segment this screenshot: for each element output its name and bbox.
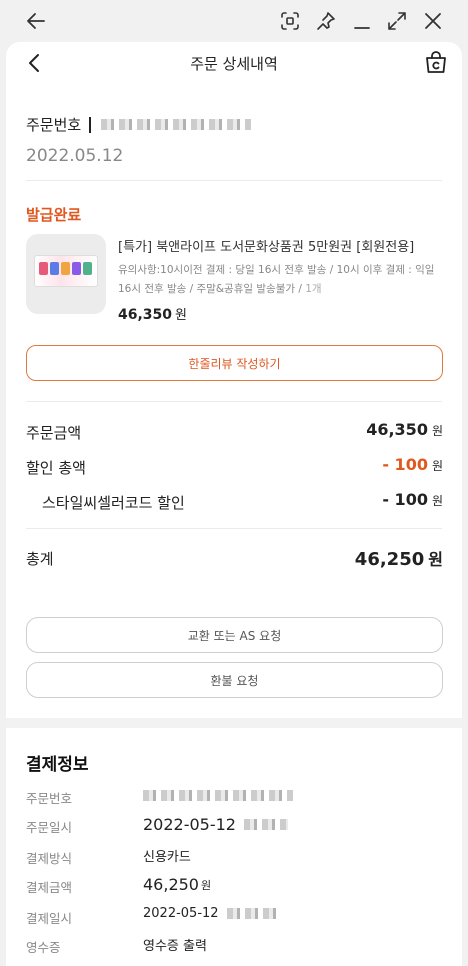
discount-total-number: - 100 <box>382 455 428 474</box>
redacted-order-number <box>143 790 293 801</box>
minimize-icon[interactable] <box>350 9 374 33</box>
gift-card-image <box>34 255 98 287</box>
refund-request-button[interactable]: 환불 요청 <box>26 662 443 698</box>
app-window: 주문 상세내역 주문번호 2022.05.12 발급완료 [특가] 북앤라이프 … <box>0 0 468 966</box>
payment-paid-date-value: 2022-05-12 <box>143 906 277 921</box>
product-name[interactable]: [특가] 북앤라이프 도서문화상품권 5만원권 [회원전용] <box>118 236 448 255</box>
payment-order-date-text: 2022-05-12 <box>143 815 236 834</box>
shopping-bag-icon[interactable] <box>422 49 450 77</box>
payment-paid-date-row: 결제일시 2022-05-12 <box>26 906 446 926</box>
divider <box>26 401 442 402</box>
style-code-discount-value: - 100 원 <box>382 490 443 509</box>
style-code-discount-label: 스타일씨셀러코드 할인 <box>42 494 185 512</box>
product-price-value: 46,350 <box>118 307 173 323</box>
currency-label: 원 <box>431 424 443 438</box>
expand-icon[interactable] <box>385 9 409 33</box>
product-price: 46,350 원 <box>118 304 187 323</box>
page-title: 주문 상세내역 <box>190 55 278 73</box>
status-badge: 발급완료 <box>26 206 82 224</box>
payment-order-number-label: 주문번호 <box>26 791 73 806</box>
payment-order-number-row: 주문번호 <box>26 786 446 806</box>
order-number-row: 주문번호 <box>26 114 252 135</box>
write-review-button[interactable]: 한줄리뷰 작성하기 <box>26 345 443 381</box>
redacted-time <box>243 819 288 830</box>
payment-amount-number: 46,250 <box>143 875 199 894</box>
payment-order-date-label: 주문일시 <box>26 820 73 835</box>
screenshot-icon[interactable] <box>278 9 302 33</box>
receipt-print-link[interactable]: 영수증 출력 <box>143 935 207 954</box>
payment-amount-currency: 원 <box>200 878 212 892</box>
total-label: 총계 <box>26 550 54 568</box>
section-gap <box>6 718 462 728</box>
payment-order-date-value: 2022-05-12 <box>143 815 288 834</box>
style-code-discount-number: - 100 <box>382 490 428 509</box>
order-date: 2022.05.12 <box>26 146 124 166</box>
order-amount-value: 46,350 원 <box>366 420 443 439</box>
divider <box>26 528 442 529</box>
payment-order-number-value <box>143 786 293 801</box>
receipt-label: 영수증 <box>26 940 61 955</box>
close-icon[interactable] <box>421 9 445 33</box>
payment-paid-date-label: 결제일시 <box>26 911 73 926</box>
payment-amount-label: 결제금액 <box>26 880 73 895</box>
order-number-label: 주문번호 <box>26 116 82 134</box>
page-header: 주문 상세내역 <box>6 42 462 86</box>
payment-method-row: 결제방식 신용카드 <box>26 846 446 866</box>
currency-label: 원 <box>428 550 443 569</box>
payment-method-label: 결제방식 <box>26 851 73 866</box>
arrow-left-icon[interactable] <box>24 9 48 33</box>
order-detail-panel: 주문 상세내역 주문번호 2022.05.12 발급완료 [특가] 북앤라이프 … <box>6 42 462 966</box>
exchange-as-request-button[interactable]: 교환 또는 AS 요청 <box>26 617 443 653</box>
payment-paid-date-text: 2022-05-12 <box>143 906 219 921</box>
payment-order-date-row: 주문일시 2022-05-12 <box>26 815 446 835</box>
order-amount-label: 주문금액 <box>26 424 82 442</box>
receipt-row: 영수증 영수증 출력 <box>26 935 446 955</box>
window-toolbar <box>0 0 468 42</box>
redacted-time <box>226 908 277 919</box>
product-quantity: 1개 <box>305 283 322 295</box>
divider-bar <box>89 116 92 133</box>
product-price-currency: 원 <box>175 308 187 323</box>
discount-total-value: - 100 원 <box>382 455 443 474</box>
order-amount-number: 46,350 <box>366 420 428 439</box>
divider <box>26 180 442 181</box>
payment-method-value: 신용카드 <box>143 850 191 865</box>
currency-label: 원 <box>431 459 443 473</box>
product-note: 유의사항:10시이전 결제 : 당일 16시 전후 발송 / 10시 이후 결제… <box>118 261 448 299</box>
payment-amount-value: 46,250 원 <box>143 875 211 894</box>
currency-label: 원 <box>431 494 443 508</box>
total-number: 46,250 <box>354 549 425 570</box>
payment-amount-row: 결제금액 46,250 원 <box>26 875 446 895</box>
redacted-order-number <box>101 119 252 130</box>
discount-total-label: 할인 총액 <box>26 459 86 477</box>
payment-info-title: 결제정보 <box>26 755 89 775</box>
product-note-text: 유의사항:10시이전 결제 : 당일 16시 전후 발송 / 10시 이후 결제… <box>118 264 435 295</box>
product-thumbnail[interactable] <box>26 234 106 314</box>
pin-icon[interactable] <box>314 9 338 33</box>
total-value: 46,250 원 <box>355 546 443 570</box>
